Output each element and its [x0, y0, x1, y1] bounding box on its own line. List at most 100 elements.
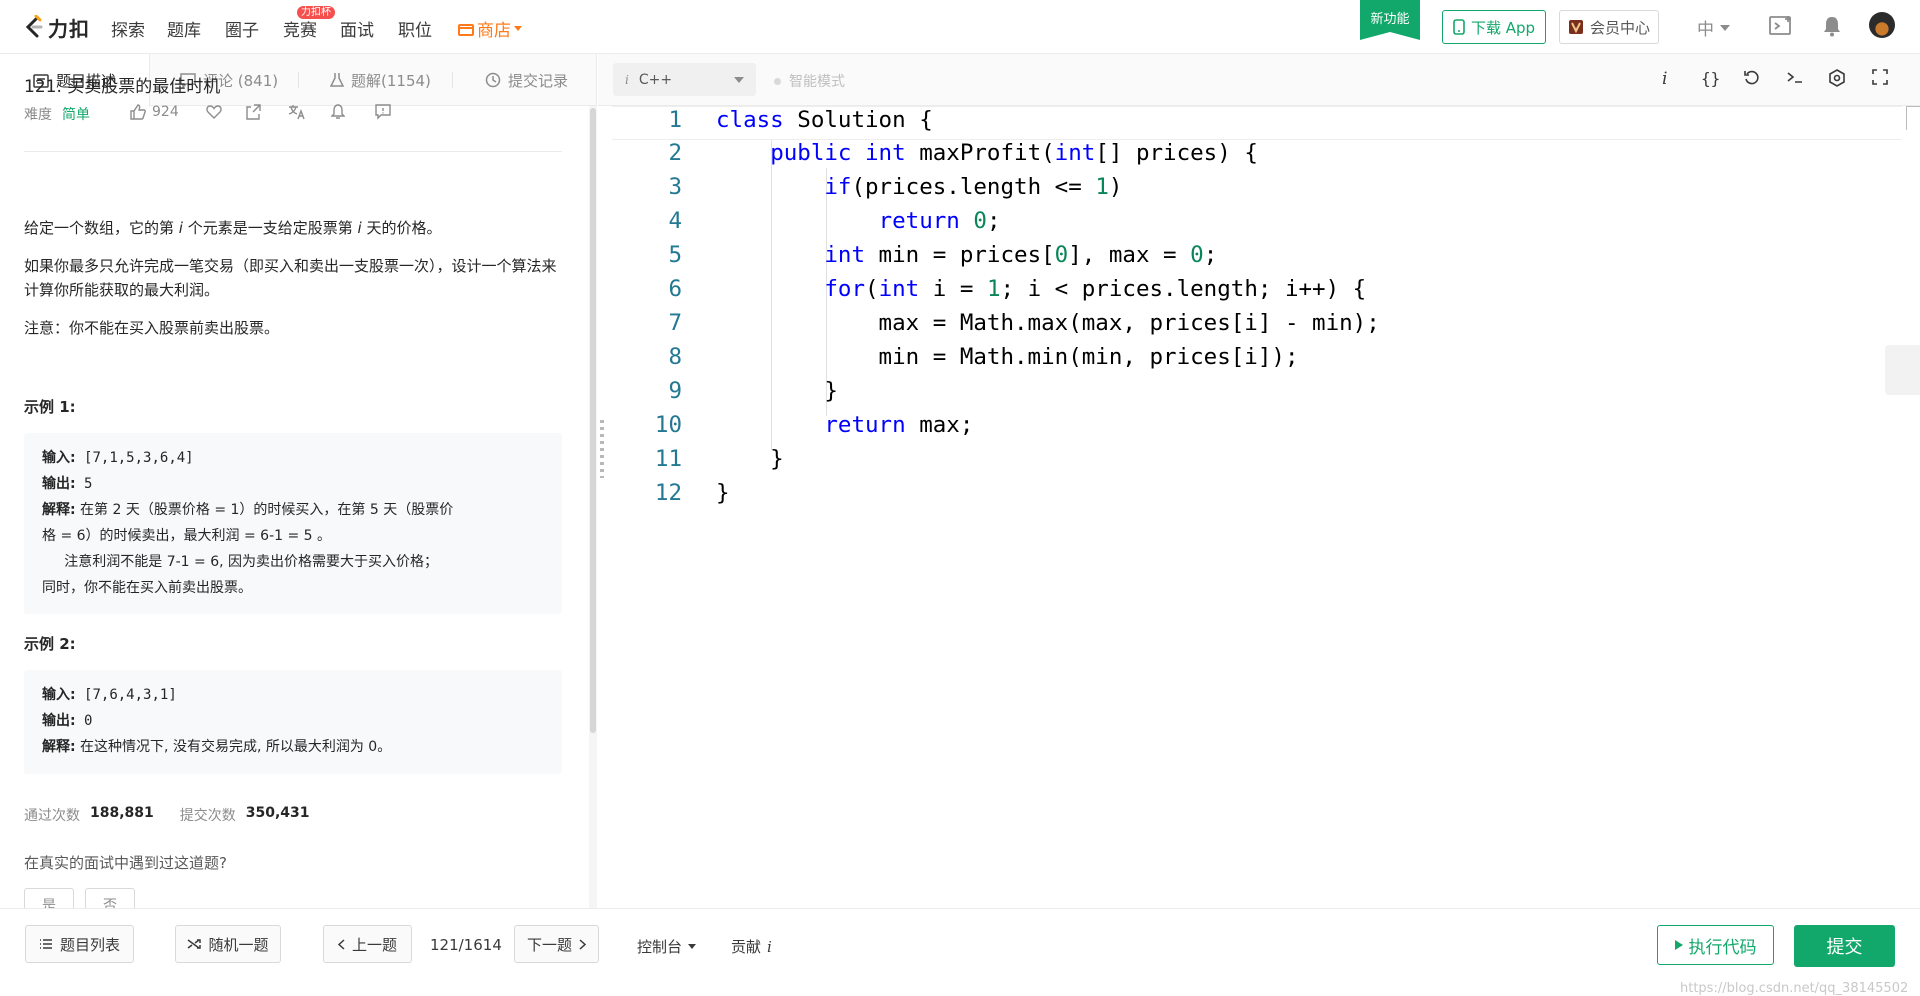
chevron-left-icon	[337, 938, 345, 950]
tab-solutions[interactable]: 题解(1154)	[330, 54, 431, 106]
bell-icon[interactable]	[331, 104, 345, 120]
reset-icon[interactable]	[1743, 69, 1761, 87]
store-label: 商店	[477, 21, 511, 41]
code-text: if(prices.length <= 1)	[824, 174, 1123, 200]
download-app-button[interactable]: 下载 App	[1442, 10, 1546, 44]
random-problem-button[interactable]: 随机一题	[175, 925, 281, 963]
example-explanation: 在这种情况下, 没有交易完成, 所以最大利润为 0。	[75, 739, 392, 755]
language-select[interactable]: i C++	[613, 63, 756, 96]
tab-solutions-label: 题解(1154)	[351, 71, 431, 90]
code-line[interactable]: 9 }	[612, 378, 1902, 412]
nav-contest[interactable]: 竞赛	[283, 16, 317, 41]
code-line[interactable]: 11 }	[612, 446, 1902, 480]
submitted-count: 350,431	[245, 805, 310, 821]
like-button[interactable]: 924	[130, 104, 179, 120]
bottom-bar: 题目列表 随机一题 上一题 121/1614 下一题 控制台 贡献 i 执行代码…	[0, 908, 1920, 996]
language-label: 中	[1697, 20, 1714, 40]
terminal-icon[interactable]	[1786, 69, 1804, 85]
chevron-down-icon	[688, 944, 697, 949]
share-icon[interactable]	[245, 104, 261, 120]
code-text: }	[716, 480, 730, 506]
next-problem-button[interactable]: 下一题	[514, 925, 599, 963]
tab-submissions[interactable]: 提交记录	[485, 54, 568, 106]
difficulty-badge: 简单	[62, 107, 90, 123]
side-panel-tab[interactable]	[1885, 345, 1920, 395]
nav-jobs[interactable]: 职位	[398, 16, 432, 41]
line-number: 8	[668, 344, 682, 370]
contest-badge: 力扣杯	[297, 6, 335, 19]
code-editor[interactable]: 1 class Solution { 2 public int maxProfit…	[612, 106, 1914, 909]
favorite-heart-icon[interactable]	[206, 104, 222, 119]
new-feature-ribbon[interactable]: 新功能	[1360, 0, 1420, 40]
notification-bell-icon[interactable]	[1822, 15, 1842, 37]
code-line[interactable]: 7 max = Math.max(max, prices[i] - min);	[612, 310, 1902, 344]
smart-mode-toggle[interactable]: 智能模式	[774, 71, 845, 91]
chevron-down-icon	[734, 76, 744, 83]
avatar[interactable]	[1869, 12, 1895, 38]
panel-resize-handle[interactable]	[600, 420, 604, 478]
language-select-value: C++	[638, 71, 673, 88]
example-output: 5	[75, 476, 93, 492]
problem-page-indicator: 121/1614	[430, 936, 502, 954]
prev-problem-label: 上一题	[351, 935, 397, 954]
example-2-title: 示例 2:	[24, 635, 76, 653]
submit-button[interactable]: 提交	[1794, 925, 1895, 967]
code-line[interactable]: 4 return 0;	[612, 208, 1902, 242]
submission-stats: 通过次数 188,881 提交次数 350,431	[24, 805, 326, 825]
playground-icon[interactable]	[1769, 15, 1793, 37]
code-line[interactable]: 3 if(prices.length <= 1)	[612, 174, 1902, 208]
nav-store[interactable]: 商店	[458, 16, 522, 41]
fullscreen-icon[interactable]	[1872, 69, 1888, 85]
store-icon	[458, 22, 474, 36]
explain-label: 解释:	[42, 502, 76, 518]
run-code-button[interactable]: 执行代码	[1657, 925, 1774, 965]
text: 个元素是一支给定股票第	[182, 219, 358, 237]
feedback-icon[interactable]	[375, 104, 391, 120]
phone-icon	[1453, 19, 1465, 35]
contribute-link[interactable]: 贡献 i	[731, 936, 772, 957]
settings-icon[interactable]	[1828, 69, 1846, 87]
code-line[interactable]: 1 class Solution {	[612, 106, 1902, 140]
code-line[interactable]: 12}	[612, 480, 1902, 514]
random-problem-label: 随机一题	[208, 935, 269, 954]
problem-meta: 难度 简单 924	[24, 104, 562, 152]
console-toggle[interactable]: 控制台	[637, 936, 697, 957]
example-1-title: 示例 1:	[24, 398, 76, 416]
input-label: 输入:	[42, 687, 76, 703]
text: 天的价格。	[361, 219, 442, 237]
code-line[interactable]: 2 public int maxProfit(int[] prices) {	[612, 140, 1902, 174]
code-line[interactable]: 6 for(int i = 1; i < prices.length; i++)…	[612, 276, 1902, 310]
code-line[interactable]: 5 int min = prices[0], max = 0;	[612, 242, 1902, 276]
info-icon[interactable]: i	[1662, 69, 1667, 89]
format-braces-icon[interactable]: {}	[1701, 69, 1720, 88]
description-paragraph: 如果你最多只允许完成一笔交易（即买入和卖出一支股票一次），设计一个算法来计算你所…	[24, 257, 557, 299]
translate-icon[interactable]	[288, 104, 306, 120]
problem-list-button[interactable]: 题目列表	[25, 925, 134, 963]
example-2-box: 输入: [7,6,4,3,1] 输出: 0 解释: 在这种情况下, 没有交易完成…	[24, 670, 562, 774]
nav-problemset[interactable]: 题库	[167, 16, 201, 41]
code-line[interactable]: 8 min = Math.min(min, prices[i]);	[612, 344, 1902, 378]
code-text: }	[716, 446, 784, 472]
code-line[interactable]: 10 return max;	[612, 412, 1902, 446]
code-text: public int maxProfit(int[] prices) {	[770, 140, 1258, 166]
line-number: 9	[668, 378, 682, 404]
leetcode-logo[interactable]: 力扣	[24, 13, 90, 41]
prev-problem-button[interactable]: 上一题	[323, 925, 412, 963]
accepted-label: 通过次数	[24, 808, 80, 824]
member-center-button[interactable]: 会员中心	[1559, 10, 1659, 44]
nav-circle[interactable]: 圈子	[225, 16, 259, 41]
tab-submissions-label: 提交记录	[508, 71, 569, 90]
submitted-label: 提交次数	[179, 808, 236, 824]
scrollbar-thumb[interactable]	[590, 108, 596, 733]
info-icon: i	[767, 937, 772, 956]
language-switch[interactable]: 中	[1697, 15, 1730, 40]
tab-divider	[452, 72, 453, 88]
difficulty-label: 难度	[24, 107, 52, 123]
code-text: return 0;	[878, 208, 1001, 234]
nav-interview[interactable]: 面试	[340, 16, 374, 41]
line-number: 11	[654, 446, 682, 472]
line-number: 4	[668, 208, 682, 234]
nav-explore[interactable]: 探索	[111, 16, 145, 41]
description-scrollbar[interactable]	[589, 106, 597, 908]
example-explanation: 格 = 6）的时候卖出，最大利润 = 6-1 = 5 。	[42, 528, 332, 544]
